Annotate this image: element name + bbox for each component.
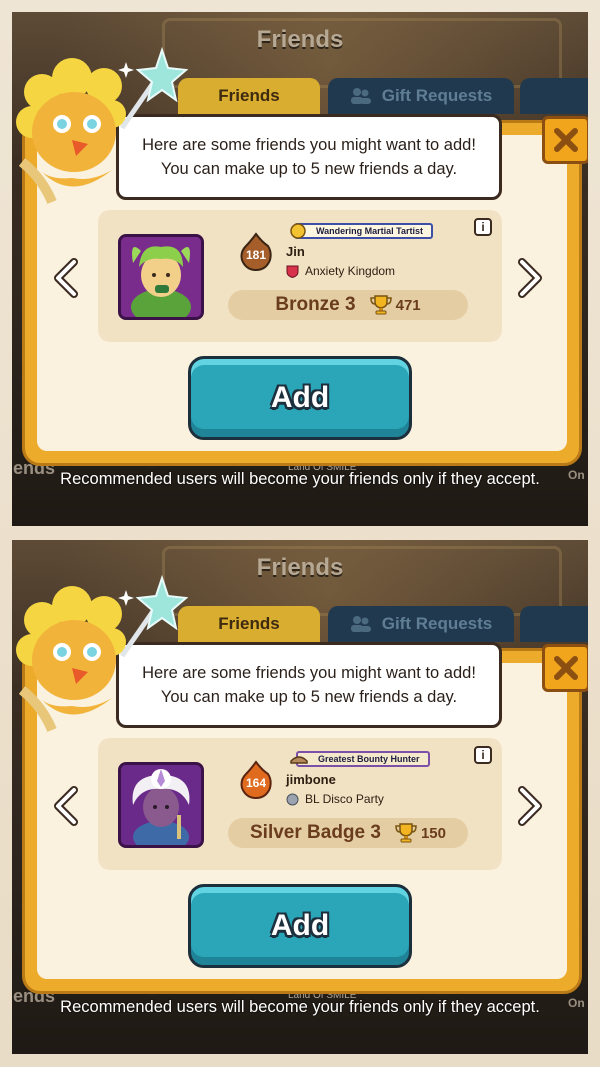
chevron-left-icon [54,786,78,826]
info-icon: i [481,748,485,762]
info-button[interactable]: i [474,218,492,236]
title-medal-icon [290,223,306,239]
player-title: Greatest Bounty Hunter [296,751,430,767]
level-number: 181 [245,248,267,262]
speech-line-1: Here are some friends you might want to … [142,664,476,682]
player-title: Wandering Martial Tartist [294,223,434,239]
previous-friend-button[interactable] [52,786,82,826]
guild-emblem-icon [286,793,299,805]
tab-gift-requests-label: Gift Requests [381,86,493,105]
guild-name: Anxiety Kingdom [305,264,396,278]
close-button[interactable] [542,116,588,164]
close-x-icon [554,128,578,152]
people-icon [350,616,371,632]
recommendation-note: Recommended users will become your frien… [60,998,540,1016]
tab-gift-requests[interactable]: Gift Requests [328,78,514,114]
level-number: 164 [245,776,267,790]
guild-name: BL Disco Party [305,792,384,806]
rank-label: Silver Badge 3 [250,822,381,843]
avatar [118,234,204,320]
trophy-icon [369,295,392,315]
chevron-right-icon [518,786,542,826]
info-icon: i [481,220,485,234]
speech-line-2: You can make up to 5 new friends a day. [160,688,458,706]
speech-line-1: Here are some friends you might want to … [142,136,476,154]
guild-row: BL Disco Party [286,792,384,806]
next-friend-button[interactable] [514,786,544,826]
tab-friends[interactable]: Friends [178,606,320,642]
add-button-label: Add [270,909,330,942]
player-name: jimbone [286,772,336,787]
chevron-left-icon [54,258,78,298]
guild-shield-icon [286,265,299,278]
cookie-avatar-icon [121,237,201,317]
page-title: Friends [256,26,344,53]
close-x-icon [554,656,578,680]
player-title-tag: Greatest Bounty Hunter [290,750,430,768]
next-friend-button[interactable] [514,258,544,298]
trophy-count: 471 [395,296,421,314]
player-title-tag: Wandering Martial Tartist [290,222,434,240]
avatar [118,762,204,848]
tab-gift-requests[interactable]: Gift Requests [328,606,514,642]
tab-friends-label: Friends [218,86,280,105]
rank-label: Bronze 3 [275,294,356,315]
speech-line-2: You can make up to 5 new friends a day. [160,160,458,178]
add-friend-button[interactable]: Add [188,356,412,440]
add-button-label: Add [270,381,330,414]
page-title: Friends [256,554,344,581]
previous-friend-button[interactable] [52,258,82,298]
screen-panel-1: Friends Friends Gift Requests iends Land… [12,12,588,526]
title-hat-icon [290,756,308,764]
rank-pill: Bronze 3 471 [228,290,468,320]
tab-gift-requests-label: Gift Requests [381,614,493,633]
tab-friends[interactable]: Friends [178,78,320,114]
wand-star-icon [118,46,189,130]
level-badge: 181 [238,232,274,272]
guild-row: Anxiety Kingdom [286,264,395,278]
tab-more[interactable] [520,606,588,642]
trophy-icon [395,823,417,843]
info-button[interactable]: i [474,746,492,764]
wand-star-icon [118,574,189,658]
add-friend-button[interactable]: Add [188,884,412,968]
screen-panel-2: Friends Friends Gift Requests iends Land… [12,540,588,1054]
rank-pill: Silver Badge 3 150 [228,818,468,848]
level-badge: 164 [238,760,274,800]
player-name: Jin [286,244,305,259]
chevron-right-icon [518,258,542,298]
trophy-count: 150 [420,824,446,842]
cookie-avatar-icon [121,765,201,845]
recommendation-note: Recommended users will become your frien… [60,470,540,488]
tab-friends-label: Friends [218,614,280,633]
people-icon [350,88,371,104]
tab-more[interactable] [520,78,588,114]
close-button[interactable] [542,644,588,692]
